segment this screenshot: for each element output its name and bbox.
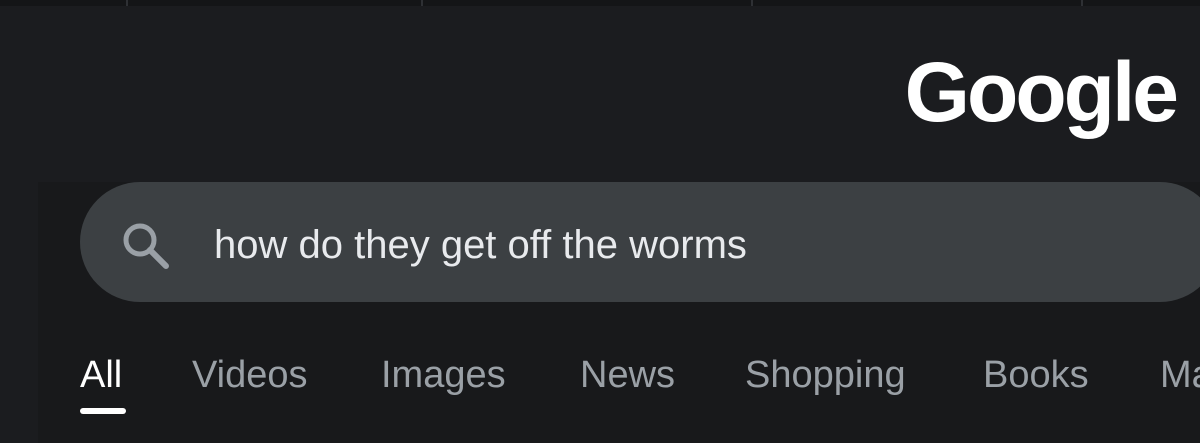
tab-shopping[interactable]: Shopping <box>745 350 906 400</box>
tab-videos[interactable]: Videos <box>192 350 308 400</box>
active-tab-indicator <box>80 408 126 414</box>
tab-all[interactable]: All <box>80 350 122 400</box>
search-input[interactable]: how do they get off the worms <box>214 222 747 268</box>
google-logo[interactable]: Google <box>905 50 1179 134</box>
tab-books[interactable]: Books <box>983 350 1089 400</box>
tab-news[interactable]: News <box>580 350 675 400</box>
tab-images[interactable]: Images <box>381 350 506 400</box>
search-bar[interactable]: how do they get off the worms <box>80 182 1200 302</box>
tab-maps[interactable]: Ma <box>1160 350 1200 400</box>
search-icon[interactable] <box>118 218 174 274</box>
search-tabs: All Videos Images News Shopping Books Ma <box>0 350 1200 420</box>
header: Google <box>0 6 1200 180</box>
search-results-page: Google how do they get off the worms All… <box>0 0 1200 443</box>
